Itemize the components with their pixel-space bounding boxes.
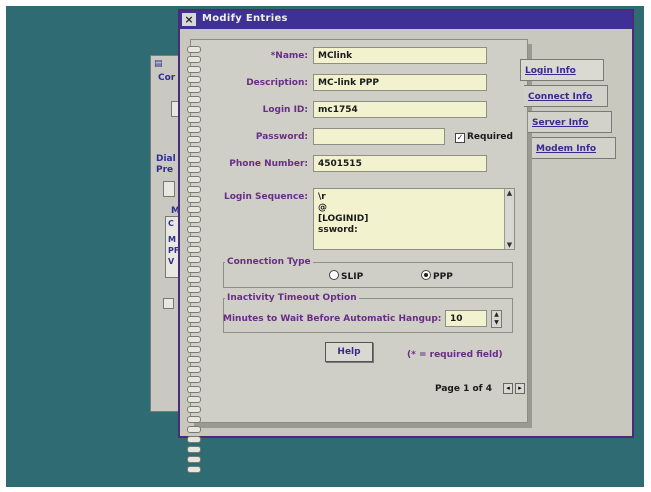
titlebar: × Modify Entries [180,11,632,29]
timeout-spinner[interactable]: ▲ ▼ [491,310,502,328]
radio-off-icon [329,270,339,280]
vertical-scrollbar[interactable]: ▲ ▼ [504,189,514,249]
background-fragment-text: C [168,219,174,228]
radio-slip[interactable]: SLIP [329,270,363,282]
radio-slip-label: SLIP [341,272,364,282]
sequence-line: ssword: [318,225,358,235]
tab-connect-info[interactable]: Connect Info [524,85,608,107]
required-checkbox[interactable]: ✓ Required [455,132,513,143]
background-window-icon: ▤ [154,59,163,69]
tab-login-info[interactable]: Login Info [520,59,604,81]
arrow-left-icon: ◂ [506,384,510,392]
timeout-title: Inactivity Timeout Option [225,293,359,303]
background-fragment-text: V [168,257,175,266]
page-indicator: Page 1 of 4 [435,384,492,394]
name-field[interactable]: MClink [313,47,487,64]
timeout-field[interactable]: 10 [445,310,487,327]
background-fragment-text: Cor [158,73,176,83]
radio-on-icon [421,270,431,280]
background-fragment-text: Dial [156,154,176,164]
dialog-title: Modify Entries [202,13,288,24]
phone-field[interactable]: 4501515 [313,155,487,172]
tab-server-info[interactable]: Server Info [528,111,612,133]
close-button[interactable]: × [182,13,196,26]
login-id-field[interactable]: mc1754 [313,101,487,118]
required-note: (* = required field) [407,350,503,360]
notebook-page: *Name: MClink Description: MC-link PPP L… [187,39,528,473]
phone-label: Phone Number: [229,159,308,169]
timeout-label: Minutes to Wait Before Automatic Hangup: [223,314,442,324]
password-label: Password: [255,132,308,142]
connection-type-title: Connection Type [225,257,313,267]
modify-entries-dialog: × Modify Entries *Name: MClink Descripti… [178,9,634,473]
scroll-up-icon[interactable]: ▲ [505,189,514,197]
required-label: Required [467,132,513,142]
sequence-line: @ [318,203,327,213]
sequence-line: \r [318,192,326,202]
radio-ppp-label: PPP [433,272,453,282]
background-field [163,181,175,197]
password-field[interactable] [313,128,445,145]
tab-modem-info[interactable]: Modem Info [532,137,616,159]
name-label: *Name: [270,51,308,61]
background-fragment-text: Pre [156,165,174,175]
login-sequence-label: Login Sequence: [224,192,308,202]
background-fragment-text: M [168,235,176,244]
check-icon: ✓ [455,133,465,143]
scroll-down-icon[interactable]: ▼ [505,241,514,249]
login-sequence-textarea[interactable]: \r @ [LOGINID] ssword: ▲ ▼ [313,188,515,250]
login-id-label: Login ID: [262,105,308,115]
arrow-right-icon: ▸ [518,384,522,392]
help-button[interactable]: Help [325,342,373,362]
description-field[interactable]: MC-link PPP [313,74,487,91]
sequence-line: [LOGINID] [318,214,369,224]
next-page-button[interactable]: ▸ [515,383,525,394]
description-label: Description: [246,78,308,88]
background-checkbox [163,298,174,309]
radio-ppp[interactable]: PPP [421,270,453,282]
prev-page-button[interactable]: ◂ [503,383,513,394]
